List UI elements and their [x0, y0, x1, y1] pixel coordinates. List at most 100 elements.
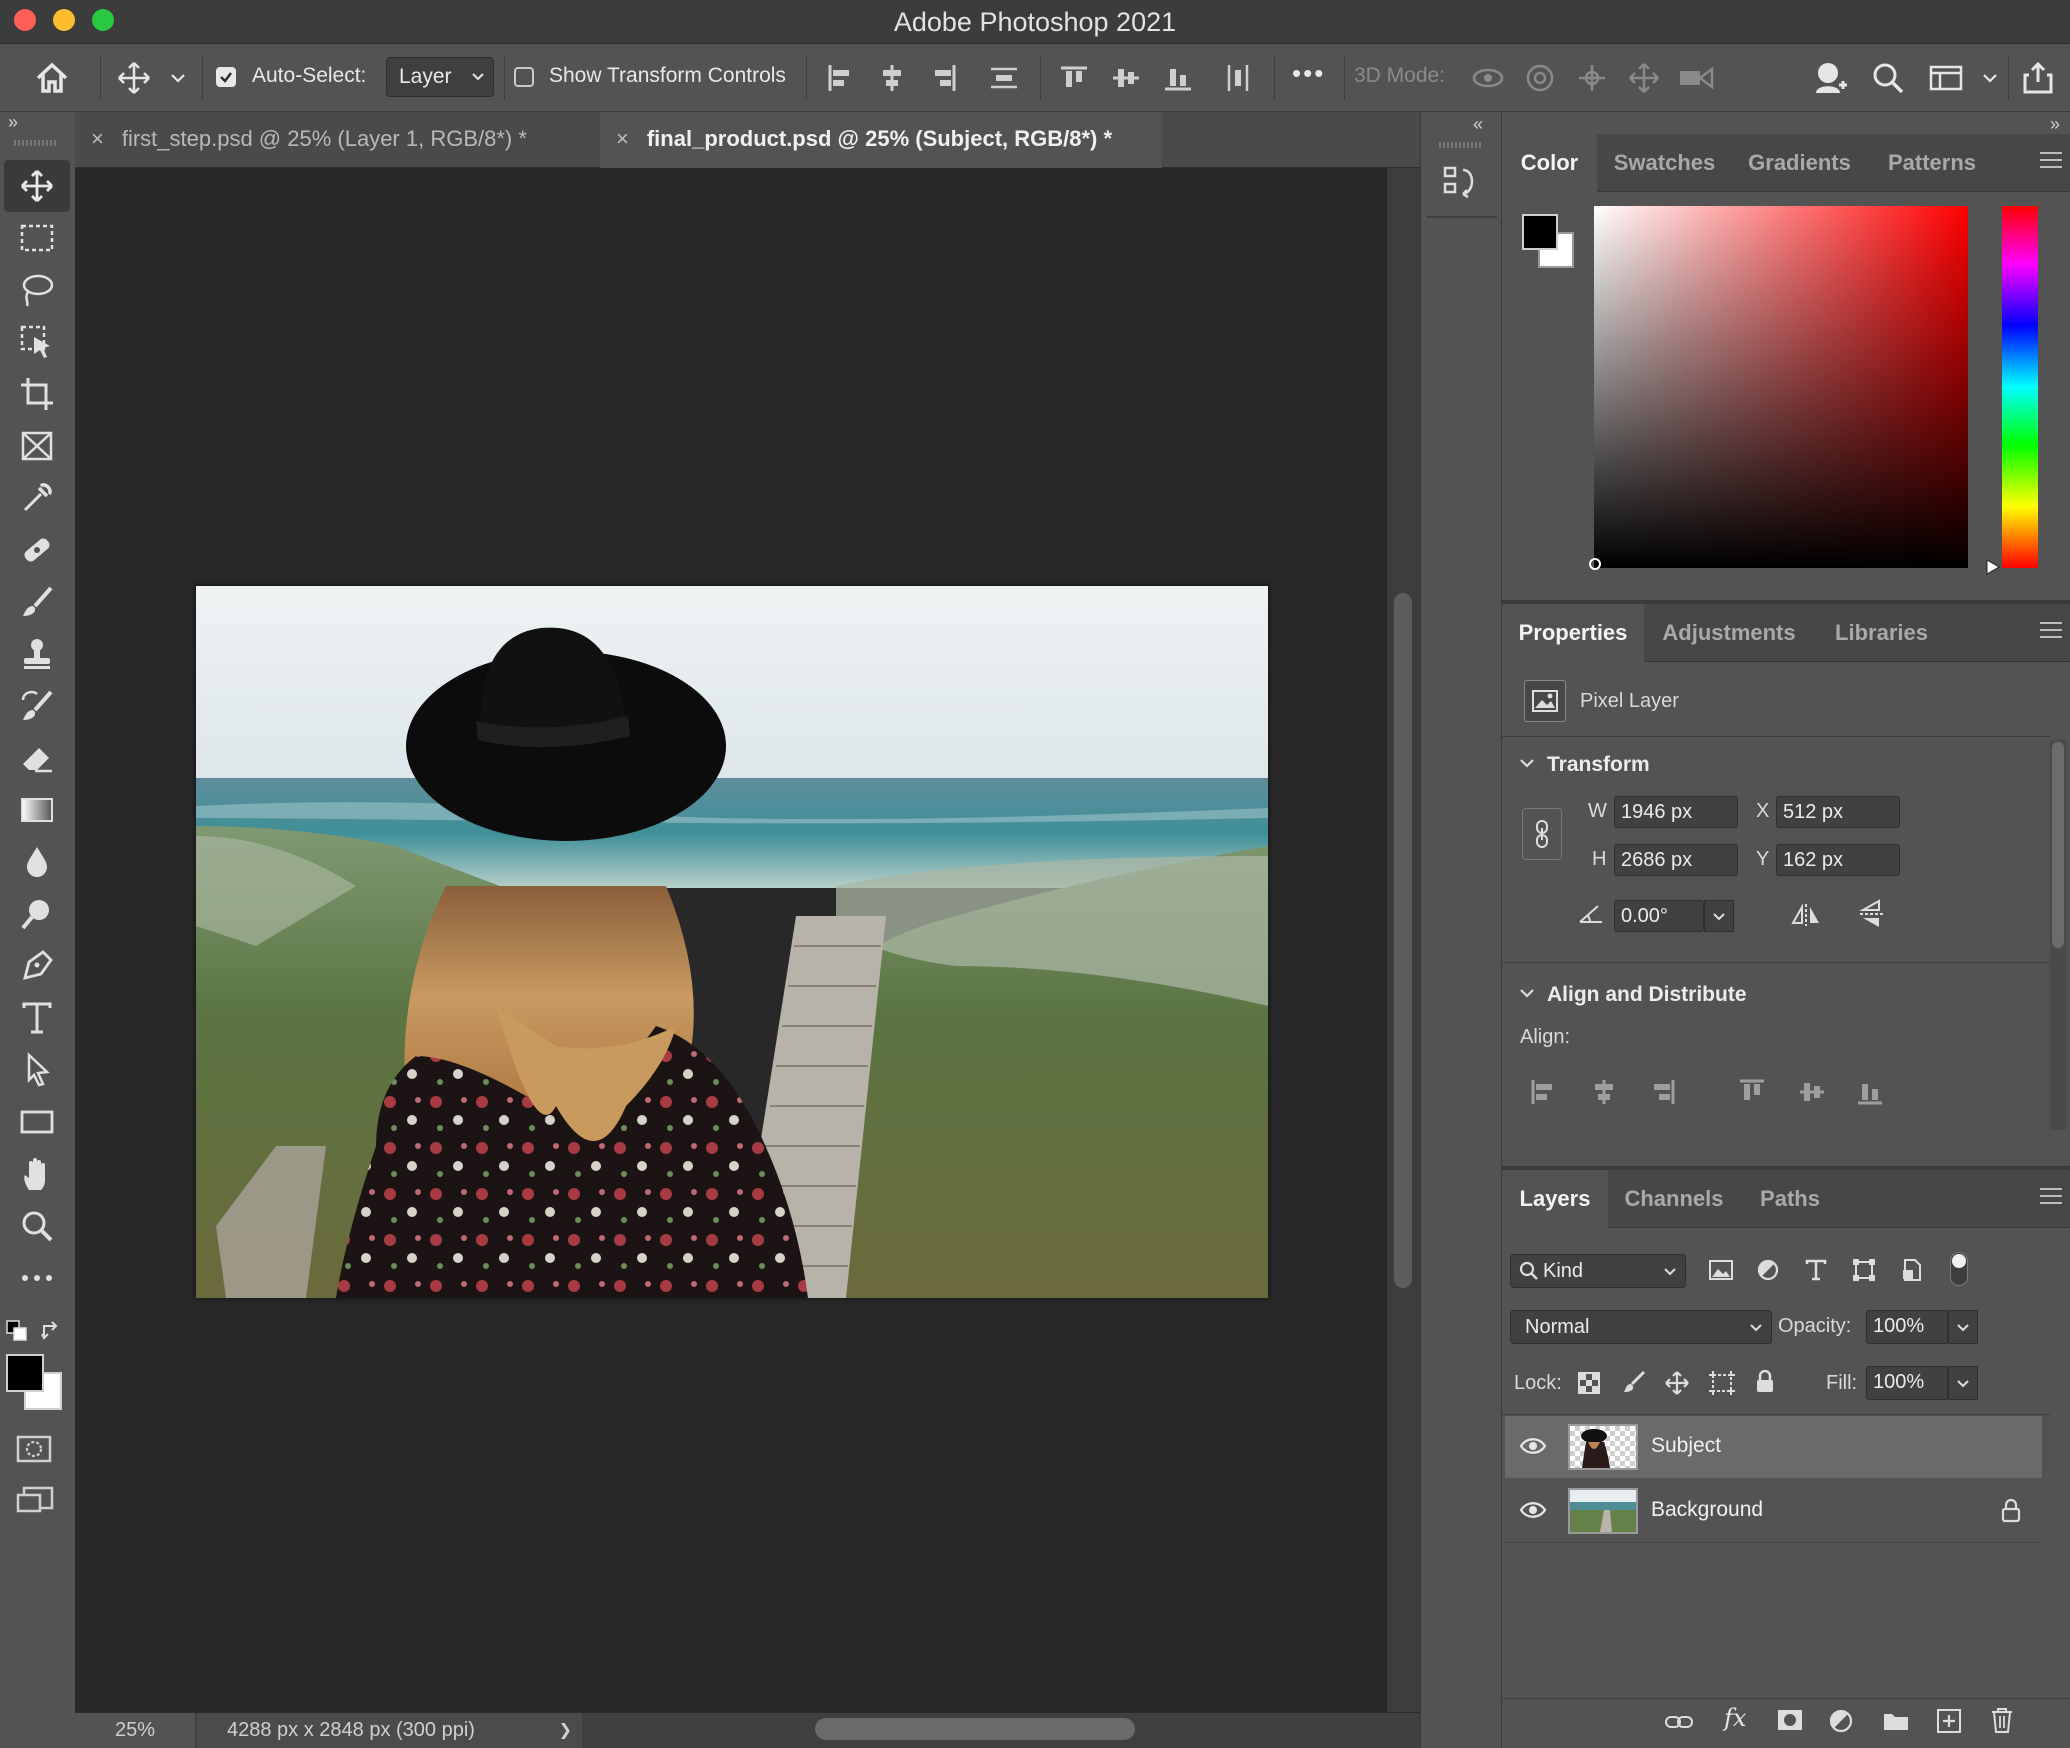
collapse-dock-button[interactable]: «	[1473, 114, 1483, 135]
panel-menu-icon[interactable]	[2040, 622, 2062, 643]
link-dimensions-button[interactable]	[1522, 808, 1562, 860]
history-brush-tool[interactable]	[4, 680, 70, 732]
lock-image-pixels-icon[interactable]	[1622, 1370, 1646, 1394]
object-selection-tool[interactable]	[4, 316, 70, 368]
tab-properties[interactable]: Properties	[1502, 604, 1644, 662]
zoom-level-field[interactable]: 25%	[75, 1713, 195, 1748]
rotation-angle-field[interactable]: 0.00°	[1614, 900, 1704, 932]
tab-adjustments[interactable]: Adjustments	[1644, 604, 1814, 662]
history-panel-icon[interactable]	[1441, 162, 1481, 202]
new-layer-icon[interactable]	[1936, 1708, 1962, 1734]
width-field[interactable]: 1946 px	[1614, 796, 1738, 828]
filter-smart-objects-icon[interactable]	[1900, 1258, 1924, 1282]
align-top-edges-icon[interactable]	[1056, 60, 1092, 96]
chevron-down-icon[interactable]	[160, 60, 196, 96]
align-left-edges-icon[interactable]	[822, 60, 858, 96]
pen-tool[interactable]	[4, 940, 70, 992]
move-tool-preset-icon[interactable]	[116, 60, 152, 96]
flip-vertical-icon[interactable]	[1858, 898, 1886, 930]
chevron-down-icon[interactable]	[1518, 986, 1536, 1000]
brush-tool[interactable]	[4, 576, 70, 628]
color-picker-handle[interactable]	[1589, 558, 1601, 570]
eraser-tool[interactable]	[4, 732, 70, 784]
y-position-field[interactable]: 162 px	[1776, 844, 1900, 876]
opacity-field[interactable]: 100%	[1866, 1310, 1948, 1344]
tab-swatches[interactable]: Swatches	[1597, 134, 1732, 192]
status-menu-arrow[interactable]: ❯	[559, 1720, 572, 1740]
quick-mask-icon[interactable]	[16, 1434, 52, 1464]
more-options-button[interactable]: •••	[1292, 58, 1325, 89]
transform-section-title[interactable]: Transform	[1547, 753, 1650, 777]
fill-field[interactable]: 100%	[1866, 1366, 1948, 1400]
collapse-toolbar-button[interactable]: »	[8, 112, 18, 133]
toolbar-grip[interactable]	[14, 140, 56, 146]
lasso-tool[interactable]	[4, 264, 70, 316]
vertical-scrollbar-thumb[interactable]	[1394, 593, 1412, 1288]
distribute-horizontal-icon[interactable]	[1220, 60, 1256, 96]
filter-type-layers-icon[interactable]	[1804, 1258, 1828, 1282]
gradient-tool[interactable]	[4, 784, 70, 836]
swap-colors-icon[interactable]	[40, 1320, 62, 1342]
height-field[interactable]: 2686 px	[1614, 844, 1738, 876]
search-icon[interactable]	[1870, 60, 1906, 96]
lock-all-icon[interactable]	[1754, 1370, 1776, 1394]
new-group-folder-icon[interactable]	[1882, 1710, 1910, 1732]
align-bottom-icon[interactable]	[1856, 1078, 1884, 1106]
foreground-color-swatch[interactable]	[6, 1354, 44, 1392]
eyedropper-tool[interactable]	[4, 472, 70, 524]
align-right-edges-icon[interactable]	[926, 60, 962, 96]
document-size-info[interactable]: 4288 px x 2848 px (300 ppi) ❯	[197, 1713, 582, 1748]
tab-patterns[interactable]: Patterns	[1867, 134, 1997, 192]
3d-slide-icon[interactable]	[1626, 60, 1662, 96]
auto-select-checkbox[interactable]	[216, 67, 236, 87]
rotation-dropdown[interactable]	[1704, 900, 1734, 932]
chevron-down-icon[interactable]	[1972, 60, 2008, 96]
3d-scale-camera-icon[interactable]	[1678, 60, 1714, 96]
zoom-tool[interactable]	[4, 1200, 70, 1252]
blur-tool[interactable]	[4, 836, 70, 888]
tab-color[interactable]: Color	[1502, 134, 1597, 192]
workspace-icon[interactable]	[1928, 60, 1964, 96]
filter-pixel-layers-icon[interactable]	[1708, 1258, 1734, 1282]
default-colors-icon[interactable]	[6, 1320, 28, 1342]
lock-artboard-icon[interactable]	[1708, 1370, 1736, 1396]
delete-layer-icon[interactable]	[1990, 1706, 2014, 1734]
3d-roll-icon[interactable]	[1522, 60, 1558, 96]
show-transform-controls-checkbox[interactable]	[514, 67, 534, 87]
home-icon[interactable]	[34, 60, 70, 96]
new-adjustment-layer-icon[interactable]	[1828, 1708, 1854, 1734]
screen-mode-icon[interactable]	[16, 1486, 54, 1516]
color-panel-foreground-swatch[interactable]	[1522, 214, 1558, 250]
layer-name[interactable]: Background	[1651, 1498, 1763, 1522]
visibility-eye-icon[interactable]	[1519, 1500, 1547, 1520]
marquee-tool[interactable]	[4, 212, 70, 264]
align-left-icon[interactable]	[1530, 1078, 1558, 1106]
align-right-icon[interactable]	[1648, 1078, 1676, 1106]
link-layers-icon[interactable]	[1664, 1712, 1694, 1732]
tab-gradients[interactable]: Gradients	[1732, 134, 1867, 192]
align-center-horizontal-icon[interactable]	[1590, 1078, 1618, 1106]
properties-scrollbar-thumb[interactable]	[2052, 742, 2064, 948]
3d-pan-icon[interactable]	[1574, 60, 1610, 96]
flip-horizontal-icon[interactable]	[1790, 902, 1822, 928]
crop-tool[interactable]	[4, 368, 70, 420]
type-tool[interactable]	[4, 992, 70, 1044]
add-mask-icon[interactable]	[1776, 1708, 1804, 1732]
lock-position-icon[interactable]	[1664, 1370, 1690, 1396]
align-distribute-section-title[interactable]: Align and Distribute	[1547, 983, 1747, 1007]
opacity-slider-button[interactable]	[1948, 1310, 1978, 1344]
collapse-panels-button[interactable]: »	[2050, 114, 2060, 135]
filter-toggle-switch[interactable]	[1950, 1252, 1968, 1286]
3d-orbit-icon[interactable]	[1470, 60, 1506, 96]
frame-tool[interactable]	[4, 420, 70, 472]
align-horizontal-centers-icon[interactable]	[874, 60, 910, 96]
hue-slider[interactable]	[2002, 206, 2038, 568]
healing-brush-tool[interactable]	[4, 524, 70, 576]
align-vertical-centers-icon[interactable]	[1108, 60, 1144, 96]
layer-name[interactable]: Subject	[1651, 1434, 1721, 1458]
align-bottom-edges-icon[interactable]	[1160, 60, 1196, 96]
tab-layers[interactable]: Layers	[1502, 1170, 1608, 1228]
more-tools-button[interactable]	[4, 1252, 70, 1304]
auto-select-target-dropdown[interactable]: Layer	[386, 57, 494, 97]
fill-slider-button[interactable]	[1948, 1366, 1978, 1400]
